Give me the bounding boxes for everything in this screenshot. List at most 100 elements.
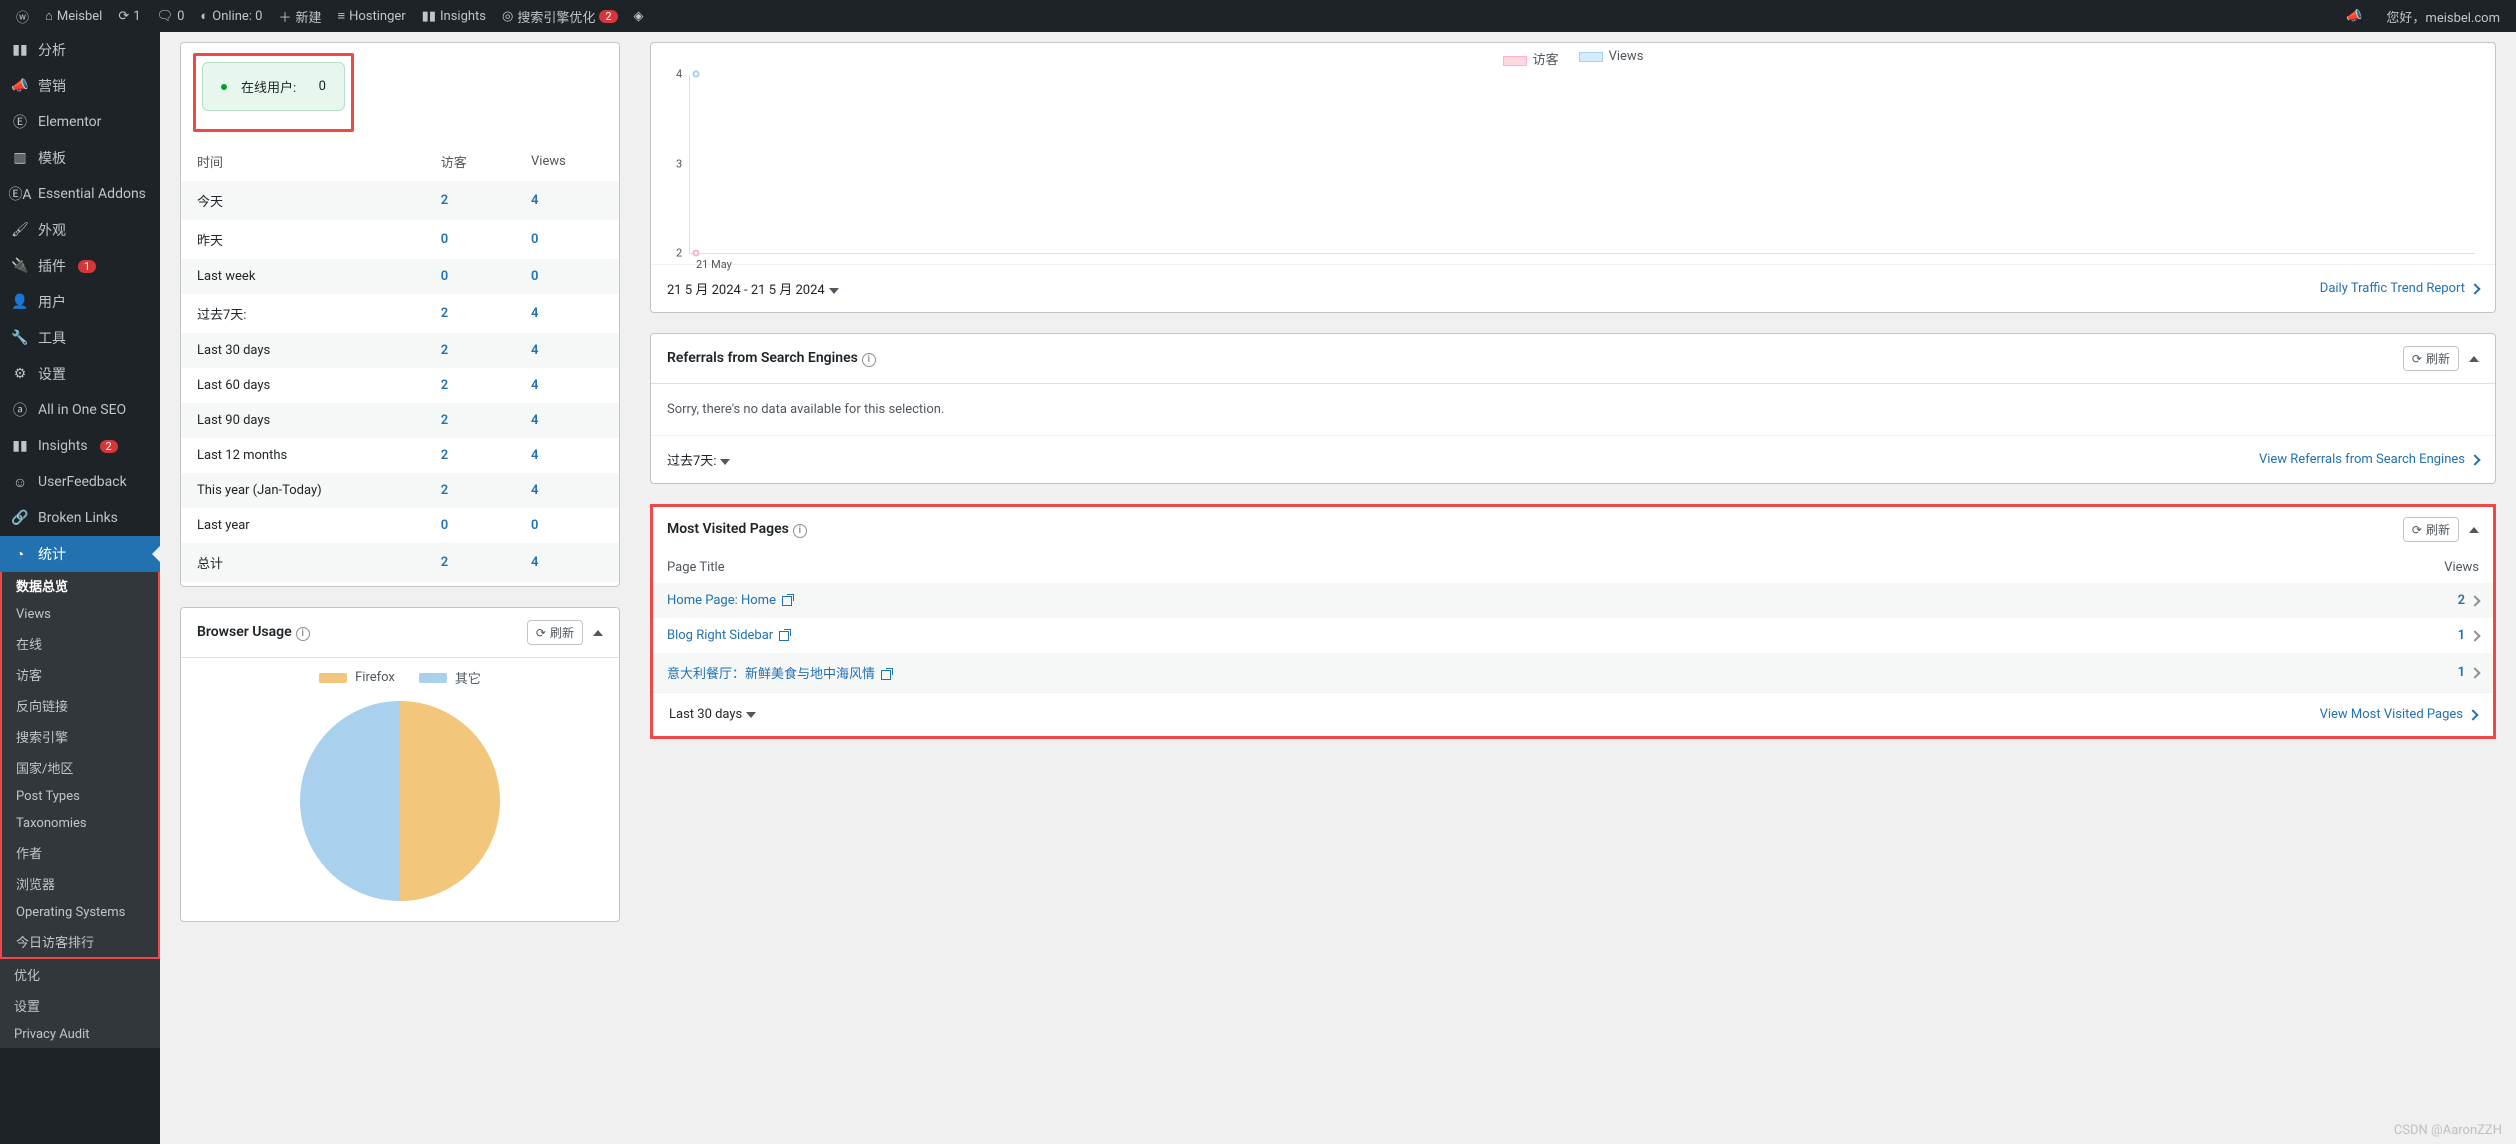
status-dot-icon — [221, 84, 227, 90]
hostinger-item[interactable]: ≡Hostinger — [329, 0, 413, 32]
plus-icon: ＋ — [278, 7, 291, 26]
stats-row-views[interactable]: 4 — [515, 333, 619, 368]
stats-row-visitors[interactable]: 2 — [425, 473, 515, 508]
stats-row: Last week00 — [181, 259, 619, 294]
megaphone-icon: 📣 — [2346, 9, 2362, 24]
sidebar-sub-item[interactable]: Taxonomies — [2, 810, 158, 837]
sidebar-item-aioseo[interactable]: ⓐAll in One SEO — [0, 392, 160, 428]
refresh-label: 刷新 — [2426, 521, 2450, 538]
sidebar-sub-item[interactable]: 在线 — [2, 628, 158, 659]
stats-row-visitors[interactable]: 2 — [425, 543, 515, 582]
collapse-toggle[interactable] — [593, 630, 603, 636]
new-item[interactable]: ＋新建 — [270, 0, 329, 32]
sidebar-item-feedback[interactable]: ☺UserFeedback — [0, 464, 160, 500]
stats-row-visitors[interactable]: 2 — [425, 368, 515, 403]
stats-row-views[interactable]: 0 — [515, 220, 619, 259]
sidebar-item-chart-bar[interactable]: ▮▮分析 — [0, 32, 160, 68]
stats-row-views[interactable]: 4 — [515, 368, 619, 403]
sidebar-item-wrench[interactable]: 🔧工具 — [0, 320, 160, 356]
sidebar-sub-item[interactable]: 反向链接 — [2, 690, 158, 721]
stats-row-views[interactable]: 4 — [515, 473, 619, 508]
sidebar-item-label: 用户 — [38, 292, 66, 312]
mv-page-link[interactable]: Home Page: Home — [667, 593, 792, 608]
comment-icon: 🗨 — [157, 9, 174, 24]
sidebar-item-template[interactable]: ▥模板 — [0, 140, 160, 176]
wp-logo[interactable]: ⓦ — [8, 0, 37, 32]
online-item[interactable]: ◐Online: 0 — [192, 0, 270, 32]
mv-view-link[interactable]: View Most Visited Pages — [2320, 707, 2477, 722]
sidebar-item-stats[interactable]: ◔统计 — [0, 536, 160, 572]
comments-item[interactable]: 🗨0 — [149, 0, 193, 32]
stats-row-views[interactable]: 0 — [515, 508, 619, 543]
extra-icon-item[interactable]: ◈ — [626, 0, 652, 32]
sidebar-sub-item[interactable]: 访客 — [2, 659, 158, 690]
stats-row-views[interactable]: 0 — [515, 259, 619, 294]
updates-item[interactable]: ⟳1 — [110, 0, 148, 32]
sidebar-item-brush[interactable]: 🖌外观 — [0, 212, 160, 248]
stats-row-visitors[interactable]: 2 — [425, 333, 515, 368]
mv-views-count[interactable]: 2 — [2458, 593, 2479, 608]
mv-page-link[interactable]: 意大利餐厅：新鲜美食与地中海风情 — [667, 663, 891, 682]
sidebar-item-cog[interactable]: ⚙设置 — [0, 356, 160, 392]
traffic-report-link[interactable]: Daily Traffic Trend Report — [2320, 281, 2479, 296]
admin-sidebar: ▮▮分析📣营销ⒺElementor▥模板ⒺAEssential Addons🖌外… — [0, 32, 160, 1144]
stats-row-views[interactable]: 4 — [515, 543, 619, 582]
sidebar-sub-item[interactable]: Privacy Audit — [0, 1021, 160, 1048]
seo-bar-item[interactable]: ◎搜索引擎优化2 — [494, 0, 626, 32]
stats-row-visitors[interactable]: 0 — [425, 259, 515, 294]
sidebar-sub-item[interactable]: Post Types — [2, 783, 158, 810]
insights-bar-item[interactable]: ▮▮Insights — [414, 0, 494, 32]
stats-row-views[interactable]: 4 — [515, 438, 619, 473]
sidebar-sub-item[interactable]: 国家/地区 — [2, 752, 158, 783]
sidebar-sub-item[interactable]: Views — [2, 601, 158, 628]
info-icon[interactable]: i — [296, 627, 310, 641]
info-icon[interactable]: i — [793, 524, 807, 538]
referrals-view-link[interactable]: View Referrals from Search Engines — [2259, 452, 2479, 467]
aioseo-icon: ⓐ — [10, 400, 30, 420]
sidebar-item-insights[interactable]: ▮▮Insights2 — [0, 428, 160, 464]
sidebar-sub-item[interactable]: 浏览器 — [2, 868, 158, 899]
greeting-item[interactable]: 您好，meisbel.com — [2378, 0, 2508, 32]
sidebar-sub-item[interactable]: 数据总览 — [2, 570, 158, 601]
stats-row-visitors[interactable]: 2 — [425, 403, 515, 438]
sidebar-item-user[interactable]: 👤 用户 — [0, 284, 160, 320]
stats-row: This year (Jan-Today)24 — [181, 473, 619, 508]
sidebar-item-ea[interactable]: ⒺAEssential Addons — [0, 176, 160, 212]
referrals-refresh-button[interactable]: ⟳刷新 — [2403, 346, 2459, 371]
date-range-selector[interactable]: 21 5 月 2024 - 21 5 月 2024 — [667, 279, 839, 298]
sidebar-sub-item[interactable]: 设置 — [0, 990, 160, 1021]
info-icon[interactable]: i — [862, 353, 876, 367]
sidebar-item-elementor[interactable]: ⒺElementor — [0, 104, 160, 140]
mv-page-link[interactable]: Blog Right Sidebar — [667, 628, 789, 643]
sidebar-sub-item[interactable]: 优化 — [0, 959, 160, 990]
mv-range-selector[interactable]: Last 30 days — [669, 707, 756, 722]
sidebar-item-megaphone[interactable]: 📣营销 — [0, 68, 160, 104]
sidebar-item-link[interactable]: 🔗Broken Links — [0, 500, 160, 536]
user-icon: 👤 — [10, 292, 30, 312]
stats-row-visitors[interactable]: 0 — [425, 508, 515, 543]
browser-refresh-button[interactable]: ⟳刷新 — [527, 620, 583, 645]
sidebar-sub-item[interactable]: 作者 — [2, 837, 158, 868]
sidebar-sub-item[interactable]: Operating Systems — [2, 899, 158, 926]
stats-row-visitors[interactable]: 2 — [425, 438, 515, 473]
notification-item[interactable]: 📣 — [2338, 0, 2370, 32]
referrals-range-selector[interactable]: 过去7天: — [667, 450, 730, 469]
site-name[interactable]: ⌂Meisbel — [37, 0, 110, 32]
referrals-title: Referrals from Search Enginesi — [667, 350, 876, 367]
elementor-icon: Ⓔ — [10, 112, 30, 132]
mv-views-count[interactable]: 1 — [2458, 665, 2479, 680]
stats-row-views[interactable]: 4 — [515, 181, 619, 220]
stats-row-visitors[interactable]: 2 — [425, 181, 515, 220]
sidebar-item-plug[interactable]: 🔌插件1 — [0, 248, 160, 284]
stats-row-visitors[interactable]: 2 — [425, 294, 515, 333]
stats-row-views[interactable]: 4 — [515, 294, 619, 333]
sidebar-sub-item[interactable]: 今日访客排行 — [2, 926, 158, 957]
mv-refresh-button[interactable]: ⟳刷新 — [2403, 517, 2459, 542]
collapse-toggle[interactable] — [2469, 527, 2479, 533]
pie-legend-item: 其它 — [419, 668, 481, 687]
collapse-toggle[interactable] — [2469, 356, 2479, 362]
stats-row-visitors[interactable]: 0 — [425, 220, 515, 259]
stats-row-views[interactable]: 4 — [515, 403, 619, 438]
mv-views-count[interactable]: 1 — [2458, 628, 2479, 643]
sidebar-sub-item[interactable]: 搜索引擎 — [2, 721, 158, 752]
